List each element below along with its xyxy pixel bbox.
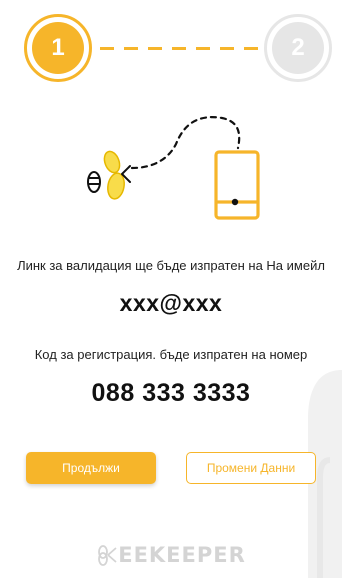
continue-button[interactable]: Продължи [26,452,156,484]
flight-path [130,116,241,170]
bee-to-phone-illustration [87,116,260,220]
registration-confirmation-screen: 1 2 Линк за валидация ще бъде изпратен н… [0,0,342,578]
step-connector [100,47,258,50]
step-1-indicator: 1 [24,14,92,82]
step-2-indicator: 2 [264,14,332,82]
email-info-text: Линк за валидация ще бъде изпратен на На… [17,258,325,273]
logo-text: EEKEEPER [118,543,246,567]
progress-stepper: 1 2 [0,0,342,100]
phone-info-text: Код за регистрация. бъде изпратен на ном… [34,347,308,362]
phone-icon [214,150,260,220]
bee-icon [87,150,131,200]
beekeeper-logo: EEKEEPER [96,542,246,568]
step-1-number: 1 [32,22,84,74]
phone-value: 088 333 3333 [91,379,251,407]
email-value: xxx@xxx [119,290,223,316]
step-2-number: 2 [272,22,324,74]
bee-logo-icon [98,545,117,566]
edit-data-button[interactable]: Промени Данни [186,452,316,484]
